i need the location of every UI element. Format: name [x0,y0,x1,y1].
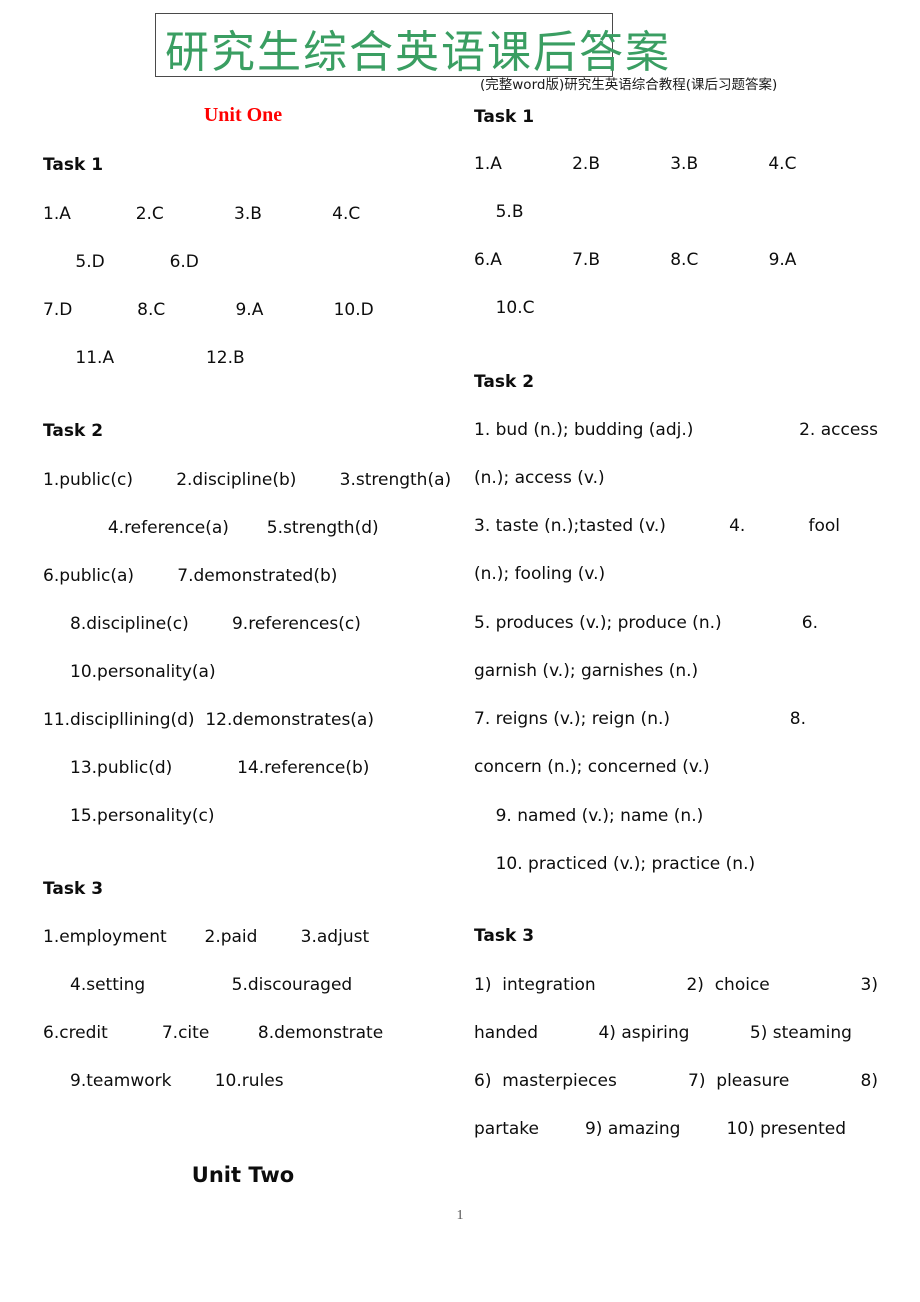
right-task-3-line-2: handed 4) aspiring 5) steaming [474,1023,852,1044]
right-task-3-line-3: 6) masterpieces 7) pleasure 8) [474,1071,878,1092]
right-task-3-line-4: partake 9) amazing 10) presented [474,1119,846,1140]
right-task-2-line-3-left: 3. taste (n.);tasted (v.) [474,516,666,536]
right-task-3-line-2-item-1: handed [474,1023,539,1043]
unit-two-heading: Unit Two [191,1163,295,1187]
right-task-1-line-4: 10.C [474,298,535,318]
left-task-2-line-8: 15.personality(c) [43,806,215,826]
right-task-2-line-3-mid: 4. [729,516,746,536]
right-task-3-line-2-item-2: 4) aspiring [598,1023,690,1043]
page-number: 1 [456,1208,464,1223]
right-task-3-line-1-item-2: 2) choice [686,975,770,995]
left-task-1-line-1: 1.A 2.C 3.B 4.C [43,204,361,224]
left-task-1-line-2: 5.D 6.D [43,252,199,272]
right-task-2-line-1-left: 1. bud (n.); budding (adj.) [474,420,694,440]
right-task-2-line-2: (n.); access (v.) [474,468,605,488]
right-task-2-line-8: concern (n.); concerned (v.) [474,757,710,777]
right-task-2-line-9: 9. named (v.); name (n.) [474,806,704,826]
unit-one-heading: Unit One [203,104,283,126]
right-task-2-heading: Task 2 [474,372,535,392]
right-task-2-line-7-right: 8. [789,709,806,729]
right-task-2-line-4: (n.); fooling (v.) [474,564,606,584]
right-task-3-line-3-item-1: 6) masterpieces [474,1071,617,1091]
right-task-2-line-3: 3. taste (n.);tasted (v.) 4. fool [474,516,878,537]
left-task-2-line-7: 13.public(d) 14.reference(b) [43,758,370,778]
left-task-3-heading: Task 3 [43,879,104,899]
left-task-2-line-5: 10.personality(a) [43,662,216,682]
right-task-1-line-2: 5.B [474,202,524,222]
document-subtitle: (完整word版)研究生英语综合教程(课后习题答案) [480,77,778,93]
left-task-2-line-3: 6.public(a) 7.demonstrated(b) [43,566,338,586]
right-task-3-line-2-item-3: 5) steaming [749,1023,852,1043]
right-task-2-line-7: 7. reigns (v.); reign (n.) 8. [474,709,878,730]
left-task-3-line-4: 9.teamwork 10.rules [43,1071,284,1091]
right-task-2-line-1-right: 2. access [799,420,878,440]
right-task-3-line-4-item-1: partake [474,1119,539,1139]
right-task-3-heading: Task 3 [474,926,535,946]
right-task-2-line-10: 10. practiced (v.); practice (n.) [474,854,756,874]
right-task-3-line-4-item-3: 10) presented [726,1119,846,1139]
left-task-3-line-3: 6.credit 7.cite 8.demonstrate [43,1023,384,1043]
right-task-3-line-1: 1) integration 2) choice 3) [474,975,878,996]
left-task-1-heading: Task 1 [43,155,104,175]
right-task-2-line-5-right: 6. [801,613,818,633]
watermark-title: 研究生综合英语课后答案 [165,27,671,78]
right-task-3-line-4-item-2: 9) amazing [584,1119,681,1139]
left-task-1-line-3: 7.D 8.C 9.A 10.D [43,300,374,320]
left-task-2-line-2: 4.reference(a) 5.strength(d) [43,518,379,538]
left-task-2-heading: Task 2 [43,421,104,441]
left-task-2-line-6: 11.discipllining(d) 12.demonstrates(a) [43,710,374,730]
right-task-1-heading: Task 1 [474,107,535,127]
right-task-2-line-1: 1. bud (n.); budding (adj.) 2. access [474,420,878,441]
left-task-3-line-2: 4.setting 5.discouraged [43,975,353,995]
right-task-3-line-3-item-3: 8) [860,1071,878,1091]
left-task-3-line-1: 1.employment 2.paid 3.adjust [43,927,370,947]
right-task-3-line-1-item-1: 1) integration [474,975,596,995]
left-task-2-line-1: 1.public(c) 2.discipline(b) 3.strength(a… [43,470,452,490]
right-task-2-line-3-right: fool [808,516,840,536]
right-task-3-line-1-item-3: 3) [860,975,878,995]
right-task-1-line-3: 6.A 7.B 8.C 9.A [474,250,797,270]
right-task-3-line-3-item-2: 7) pleasure [688,1071,790,1091]
right-task-2-line-5-left: 5. produces (v.); produce (n.) [474,613,722,633]
right-task-1-line-1: 1.A 2.B 3.B 4.C [474,154,797,174]
right-task-2-line-5: 5. produces (v.); produce (n.) 6. [474,613,878,634]
right-task-2-line-7-left: 7. reigns (v.); reign (n.) [474,709,670,729]
right-task-2-line-6: garnish (v.); garnishes (n.) [474,661,699,681]
left-task-1-line-4: 11.A 12.B [43,348,245,368]
left-task-2-line-4: 8.discipline(c) 9.references(c) [43,614,361,634]
